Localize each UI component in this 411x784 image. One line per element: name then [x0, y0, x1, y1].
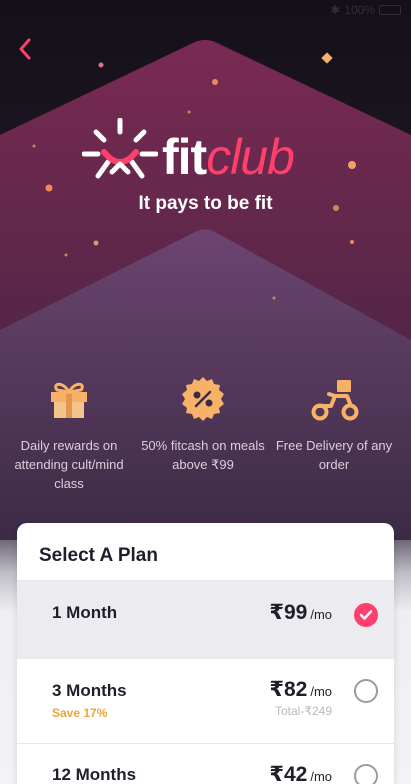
- plan-save-badge: Save 17%: [52, 706, 108, 720]
- plan-price: ₹42/mo: [269, 763, 332, 784]
- plan-price: ₹99/mo: [269, 601, 332, 624]
- fitclub-logo-icon: [81, 117, 159, 179]
- plan-total: Total-₹249: [275, 704, 332, 718]
- plan-option-12-months[interactable]: 12 Months ₹42/mo: [17, 743, 394, 784]
- fitclub-wordmark: fitclub: [162, 129, 295, 185]
- plan-option-3-months[interactable]: 3 Months Save 17% ₹82/mo Total-₹249: [17, 658, 394, 744]
- plan-option-1-month[interactable]: 1 Month ₹99/mo: [17, 580, 394, 658]
- feature-free-delivery-text: Free Delivery of any order: [275, 438, 393, 472]
- plan-name: 1 Month: [52, 603, 118, 622]
- feature-daily-rewards-text: Daily rewards on attending cult/mind cla…: [14, 438, 124, 491]
- checkmark-icon: [359, 610, 373, 620]
- plan-price: ₹82/mo: [269, 678, 332, 701]
- scooter-icon: [311, 380, 359, 421]
- back-button[interactable]: [12, 34, 38, 64]
- select-plan-card: Select A Plan 1 Month ₹99/mo 3 Months Sa…: [17, 523, 394, 784]
- fitclub-logo: fitclub: [81, 117, 332, 198]
- feature-free-delivery: Free Delivery of any order: [269, 372, 399, 474]
- plan-name: 12 Months: [52, 765, 137, 784]
- plan-radio[interactable]: [354, 764, 378, 784]
- gift-icon: [51, 382, 87, 418]
- chevron-left-icon: [19, 38, 31, 60]
- fitcash-coin-icon: [182, 377, 224, 421]
- select-plan-title: Select A Plan: [39, 545, 158, 566]
- plan-name: 3 Months: [52, 681, 127, 700]
- feature-daily-rewards: Daily rewards on attending cult/mind cla…: [4, 372, 134, 493]
- feature-fitcash: 50% fitcash on meals above ₹99: [138, 372, 268, 474]
- feature-fitcash-text: 50% fitcash on meals above ₹99: [141, 438, 265, 472]
- plan-radio-selected[interactable]: [354, 603, 378, 627]
- tagline: It pays to be fit: [138, 193, 273, 214]
- plan-radio[interactable]: [354, 679, 378, 703]
- fitclub-screen: ✱ 100% fitclub It pays to be fit Daily r…: [0, 0, 411, 784]
